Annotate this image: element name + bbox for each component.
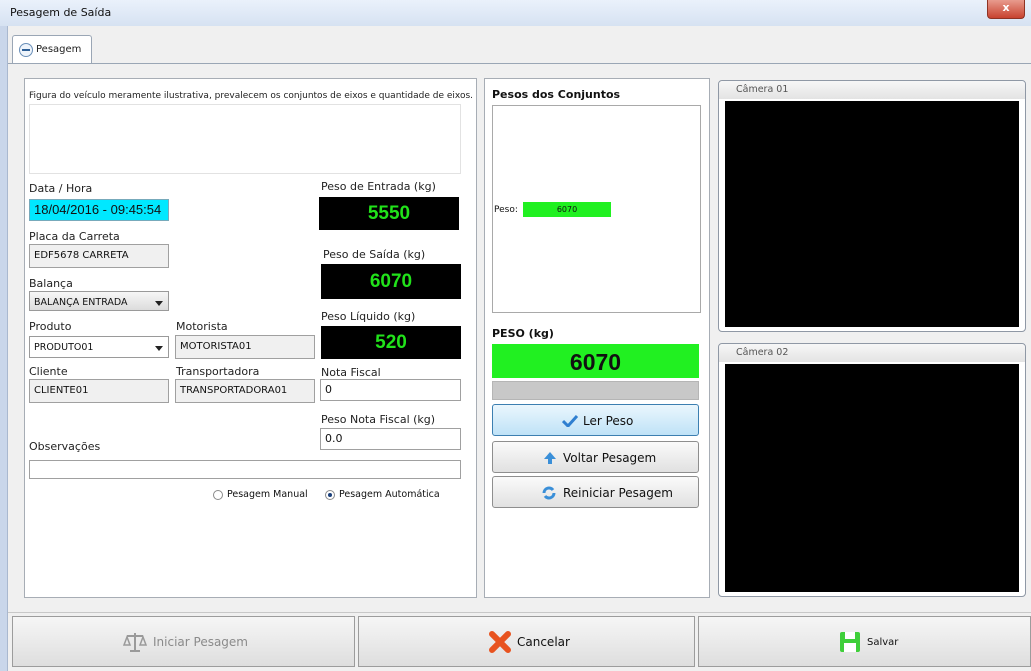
peso-entrada-label: Peso de Entrada (kg) bbox=[321, 180, 436, 193]
radio-manual-label: Pesagem Manual bbox=[227, 489, 308, 500]
balanca-label: Balança bbox=[29, 277, 73, 290]
observacoes-input[interactable] bbox=[29, 460, 461, 479]
camera-01-label: Câmera 01 bbox=[736, 84, 789, 95]
camera-02-header: Câmera 02 bbox=[719, 344, 1025, 362]
nota-fiscal-label: Nota Fiscal bbox=[321, 366, 381, 379]
salvar-button[interactable]: Salvar bbox=[698, 616, 1031, 667]
ler-peso-label: Ler Peso bbox=[583, 414, 634, 428]
salvar-label: Salvar bbox=[867, 637, 899, 648]
save-icon bbox=[840, 632, 860, 652]
cliente-field[interactable]: CLIENTE01 bbox=[29, 379, 169, 403]
close-button[interactable]: x bbox=[987, 0, 1025, 19]
tab-label: Pesagem bbox=[36, 44, 82, 55]
iniciar-pesagem-button[interactable]: Iniciar Pesagem bbox=[12, 616, 355, 667]
cancel-x-icon bbox=[489, 631, 511, 653]
chevron-down-icon bbox=[155, 346, 163, 351]
voltar-pesagem-button[interactable]: Voltar Pesagem bbox=[492, 441, 699, 473]
peso-progress-bar bbox=[492, 381, 699, 400]
peso-liquido-display: 520 bbox=[321, 326, 461, 359]
radio-pesagem-automatica[interactable] bbox=[325, 490, 335, 500]
chevron-down-icon bbox=[155, 301, 163, 306]
cancelar-button[interactable]: Cancelar bbox=[358, 616, 695, 667]
balanca-value: BALANÇA ENTRADA bbox=[34, 297, 128, 308]
peso-saida-display: 6070 bbox=[321, 264, 461, 299]
peso-entrada-display: 5550 bbox=[319, 197, 459, 230]
peso-nota-input[interactable]: 0.0 bbox=[320, 428, 461, 450]
motorista-label: Motorista bbox=[176, 320, 228, 333]
tab-pesagem[interactable]: Pesagem bbox=[12, 35, 92, 63]
title-bar: Pesagem de Saída x bbox=[0, 0, 1031, 27]
camera-01-panel: Câmera 01 bbox=[718, 80, 1026, 332]
pesos-title: Pesos dos Conjuntos bbox=[492, 88, 621, 101]
peso-conjunto-label: Peso: bbox=[494, 205, 518, 215]
ler-peso-button[interactable]: Ler Peso bbox=[492, 404, 699, 436]
iniciar-pesagem-label: Iniciar Pesagem bbox=[153, 635, 248, 649]
tab-divider bbox=[8, 63, 1031, 64]
check-icon bbox=[562, 415, 578, 427]
cancelar-label: Cancelar bbox=[517, 635, 570, 649]
transportadora-label: Transportadora bbox=[176, 365, 260, 378]
refresh-icon bbox=[542, 486, 556, 500]
arrow-up-icon bbox=[544, 452, 556, 464]
scale-icon bbox=[19, 43, 33, 57]
observacoes-label: Observações bbox=[29, 440, 101, 453]
camera-01-header: Câmera 01 bbox=[719, 81, 1025, 99]
camera-02-label: Câmera 02 bbox=[736, 347, 789, 358]
peso-saida-label: Peso de Saída (kg) bbox=[323, 248, 426, 261]
datahora-field: 18/04/2016 - 09:45:54 bbox=[29, 199, 169, 221]
placa-field[interactable]: EDF5678 CARRETA bbox=[29, 244, 169, 268]
peso-total-display: 6070 bbox=[492, 344, 699, 378]
balanca-select[interactable]: BALANÇA ENTRADA bbox=[29, 291, 169, 311]
produto-select[interactable]: PRODUTO01 bbox=[29, 336, 169, 358]
peso-conjunto-bar: 6070 bbox=[523, 202, 611, 217]
motorista-field[interactable]: MOTORISTA01 bbox=[175, 335, 315, 359]
window-title: Pesagem de Saída bbox=[10, 6, 112, 19]
reiniciar-pesagem-button[interactable]: Reiniciar Pesagem bbox=[492, 476, 699, 508]
peso-liquido-label: Peso Líquido (kg) bbox=[321, 310, 416, 323]
radio-auto-label: Pesagem Automática bbox=[339, 489, 440, 500]
produto-value: PRODUTO01 bbox=[34, 342, 94, 353]
peso-nota-label: Peso Nota Fiscal (kg) bbox=[321, 413, 436, 426]
peso-total-label: PESO (kg) bbox=[492, 327, 554, 340]
transportadora-field[interactable]: TRANSPORTADORA01 bbox=[175, 379, 315, 403]
radio-pesagem-manual[interactable] bbox=[213, 490, 223, 500]
camera-02-panel: Câmera 02 bbox=[718, 343, 1026, 597]
cliente-label: Cliente bbox=[29, 365, 68, 378]
datahora-label: Data / Hora bbox=[29, 182, 93, 195]
disclaimer-text: Figura do veículo meramente ilustrativa,… bbox=[29, 91, 474, 101]
produto-label: Produto bbox=[29, 320, 72, 333]
nota-fiscal-input[interactable]: 0 bbox=[320, 379, 461, 401]
reiniciar-pesagem-label: Reiniciar Pesagem bbox=[563, 486, 673, 500]
camera-01-feed bbox=[725, 101, 1019, 327]
vehicle-figure bbox=[29, 104, 461, 174]
window-border bbox=[0, 26, 8, 671]
camera-02-feed bbox=[725, 364, 1019, 592]
bottom-divider bbox=[8, 612, 1031, 613]
placa-label: Placa da Carreta bbox=[29, 230, 120, 243]
voltar-pesagem-label: Voltar Pesagem bbox=[563, 451, 657, 465]
balance-scale-icon bbox=[123, 633, 147, 652]
